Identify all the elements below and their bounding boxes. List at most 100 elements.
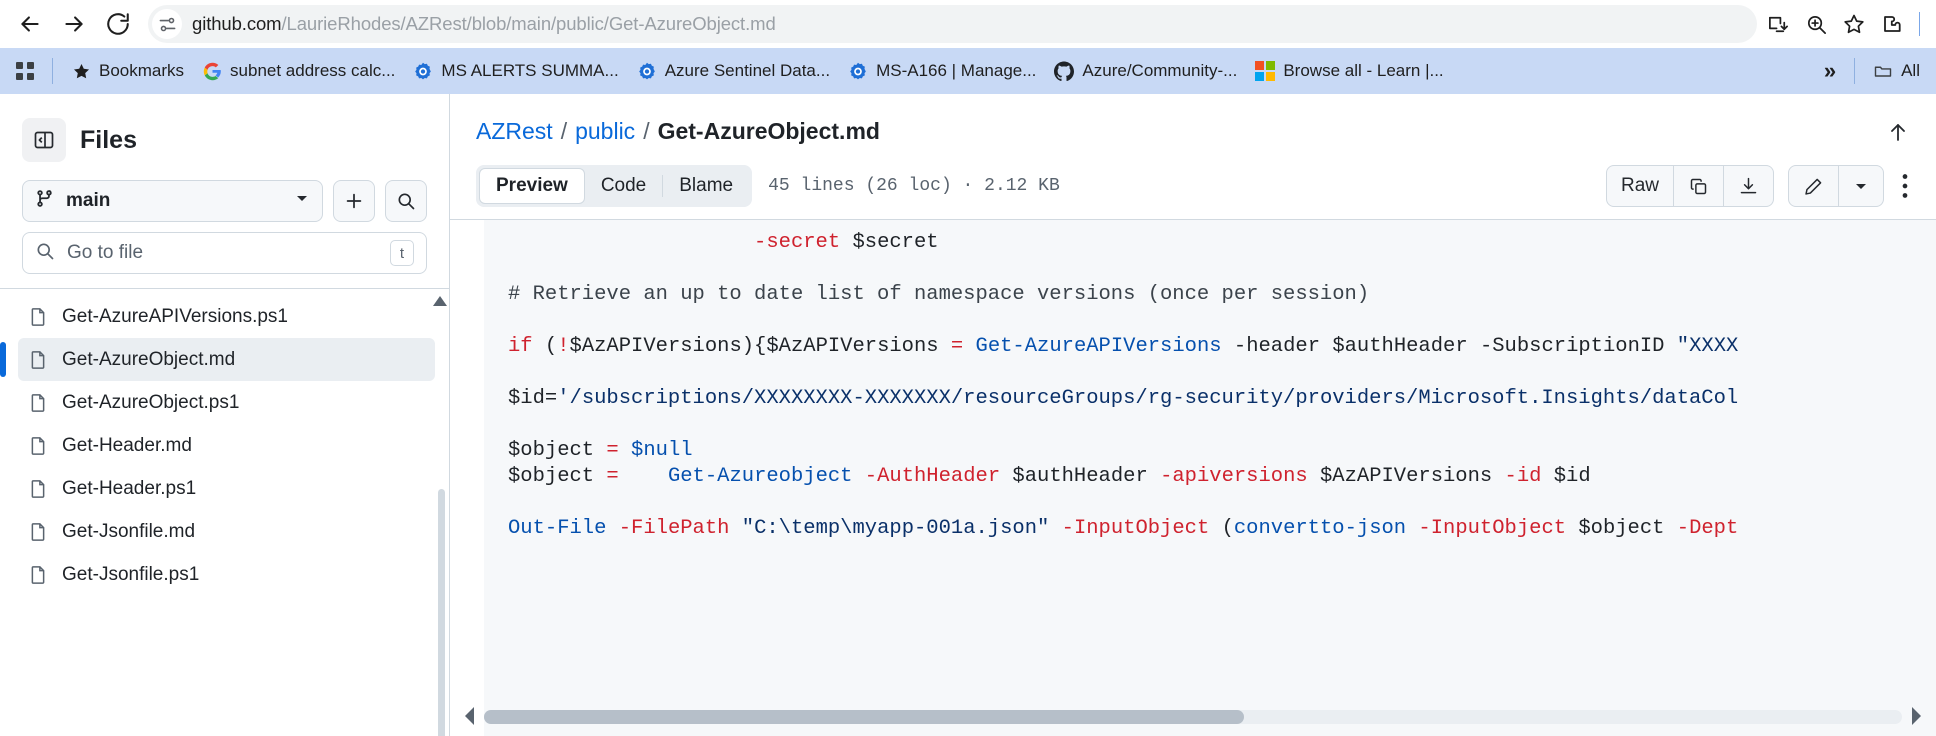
bookmarks-overflow-button[interactable]: » [1816,53,1844,89]
file-icon [28,521,48,543]
raw-button[interactable]: Raw [1605,165,1674,207]
sidebar-scroll-up-arrow[interactable] [433,293,447,311]
scroll-right-arrow[interactable] [1910,706,1922,731]
breadcrumb-separator: / [560,118,568,144]
bookmarks-divider [52,58,53,84]
add-file-button[interactable] [333,180,375,222]
file-name: Get-Jsonfile.md [62,520,196,542]
scroll-left-arrow[interactable] [464,706,476,731]
branch-name: main [66,190,111,211]
breadcrumb-repo[interactable]: AZRest [476,118,553,145]
breadcrumb-folder[interactable]: public [575,118,635,145]
file-tree-item[interactable]: Get-AzureObject.ps1 [18,381,435,424]
file-tree-item[interactable]: Get-Header.md [18,424,435,467]
sidebar-search-button[interactable] [385,180,427,222]
file-tree-item[interactable]: Get-Header.ps1 [18,467,435,510]
file-icon [28,306,48,328]
file-name: Get-Header.md [62,434,192,456]
extensions-icon[interactable] [1875,7,1909,41]
file-tree-item[interactable]: Get-Jsonfile.md [18,510,435,553]
code-token: $object [1566,517,1677,540]
download-icon[interactable] [1724,165,1774,207]
search-input[interactable]: Go to file t [22,232,427,274]
github-icon [1054,61,1075,81]
edit-dropdown-chevron-icon[interactable] [1839,165,1884,207]
horizontal-scrollbar-thumb[interactable] [484,710,1244,724]
code-token: $AzAPIVersions [1307,465,1505,488]
code-token: -apiversions [1160,465,1308,488]
breadcrumb: AZRest / public / Get-AzureObject.md [450,94,1936,161]
file-tree-item[interactable]: Get-Jsonfile.ps1 [18,553,435,596]
raw-copy-download-group: Raw [1605,165,1774,207]
bookmark-item-azure-sentinel[interactable]: Azure Sentinel Data... [629,56,838,86]
bookmark-item-subnet-calc[interactable]: subnet address calc... [194,56,403,86]
jump-to-top-icon[interactable] [1886,120,1910,144]
forward-button[interactable] [54,4,94,44]
code-token: $object [508,465,607,488]
sidebar-title: Files [80,125,137,154]
tab-code[interactable]: Code [585,168,662,204]
chevron-down-icon [294,190,310,212]
bookmark-label: MS-A166 | Manage... [876,61,1037,80]
file-sidebar: Files main Go to file t Get-AzureAPIVers… [0,94,450,736]
file-name: Get-AzureObject.ps1 [62,391,240,413]
code-token: $null [631,439,693,462]
pencil-icon[interactable] [1788,165,1839,207]
code-token: Get-AzureAPIVersions [975,335,1222,358]
code-token: ( [1209,517,1234,540]
sidebar-controls: main [0,172,449,222]
code-left-gutter [450,220,484,736]
code-token: $id [1541,465,1591,488]
bookmark-item-ms-alerts[interactable]: MS ALERTS SUMMA... [405,56,626,86]
install-icon[interactable] [1761,7,1795,41]
site-settings-icon[interactable] [152,9,182,39]
search-shortcut-key: t [390,240,414,266]
azure-gear-icon [848,61,868,81]
back-button[interactable] [10,4,50,44]
file-tree[interactable]: Get-AzureAPIVersions.ps1 Get-AzureObject… [0,289,449,736]
code-token: -FilePath [618,517,730,540]
more-options-kebab-icon[interactable] [1898,173,1910,199]
sidebar-scrollbar[interactable] [438,489,445,736]
zoom-icon[interactable] [1799,7,1833,41]
code-token: $authHeader [1320,335,1480,358]
apps-shortcut[interactable] [8,57,42,85]
address-bar[interactable]: github.com/LaurieRhodes/AZRest/blob/main… [148,5,1757,43]
code-block[interactable]: -secret $secret # Retrieve an up to date… [450,220,1936,710]
code-token: $secret [840,231,939,254]
file-icon [28,392,48,414]
collapse-sidebar-button[interactable] [22,118,66,162]
file-tree-item[interactable]: Get-AzureAPIVersions.ps1 [18,295,435,338]
url-text[interactable]: github.com/LaurieRhodes/AZRest/blob/main… [192,13,776,35]
bookmark-label: subnet address calc... [230,61,396,80]
reload-button[interactable] [98,4,138,44]
bookmark-item-bookmarks[interactable]: Bookmarks [63,56,192,86]
bookmark-star-icon[interactable] [1837,7,1871,41]
code-token: -AuthHeader [864,465,1001,488]
bookmark-item-azure-community[interactable]: Azure/Community-... [1046,56,1245,86]
file-view: AZRest / public / Get-AzureObject.md Pre… [450,94,1936,736]
azure-gear-icon [637,61,657,81]
copy-icon[interactable] [1674,165,1724,207]
code-token: -InputObject [1418,517,1567,540]
view-tabs: Preview Code Blame [476,165,753,207]
bookmarks-bar: Bookmarks subnet address calc... MS ALER… [0,48,1936,94]
tab-preview[interactable]: Preview [479,168,585,204]
bookmark-item-browse-all-learn[interactable]: Browse all - Learn |... [1247,56,1451,86]
branch-selector[interactable]: main [22,180,323,222]
azure-gear-icon [413,61,433,81]
tab-blame[interactable]: Blame [663,168,749,204]
file-tree-item-selected[interactable]: Get-AzureObject.md [0,338,435,381]
bookmark-item-ms-a166[interactable]: MS-A166 | Manage... [840,56,1044,86]
horizontal-scrollbar[interactable] [465,707,1921,725]
code-token: "C:\temp\myapp-001a.json" [741,517,1050,540]
all-bookmarks-button[interactable]: All [1865,56,1928,86]
code-token: -header [1233,335,1321,358]
